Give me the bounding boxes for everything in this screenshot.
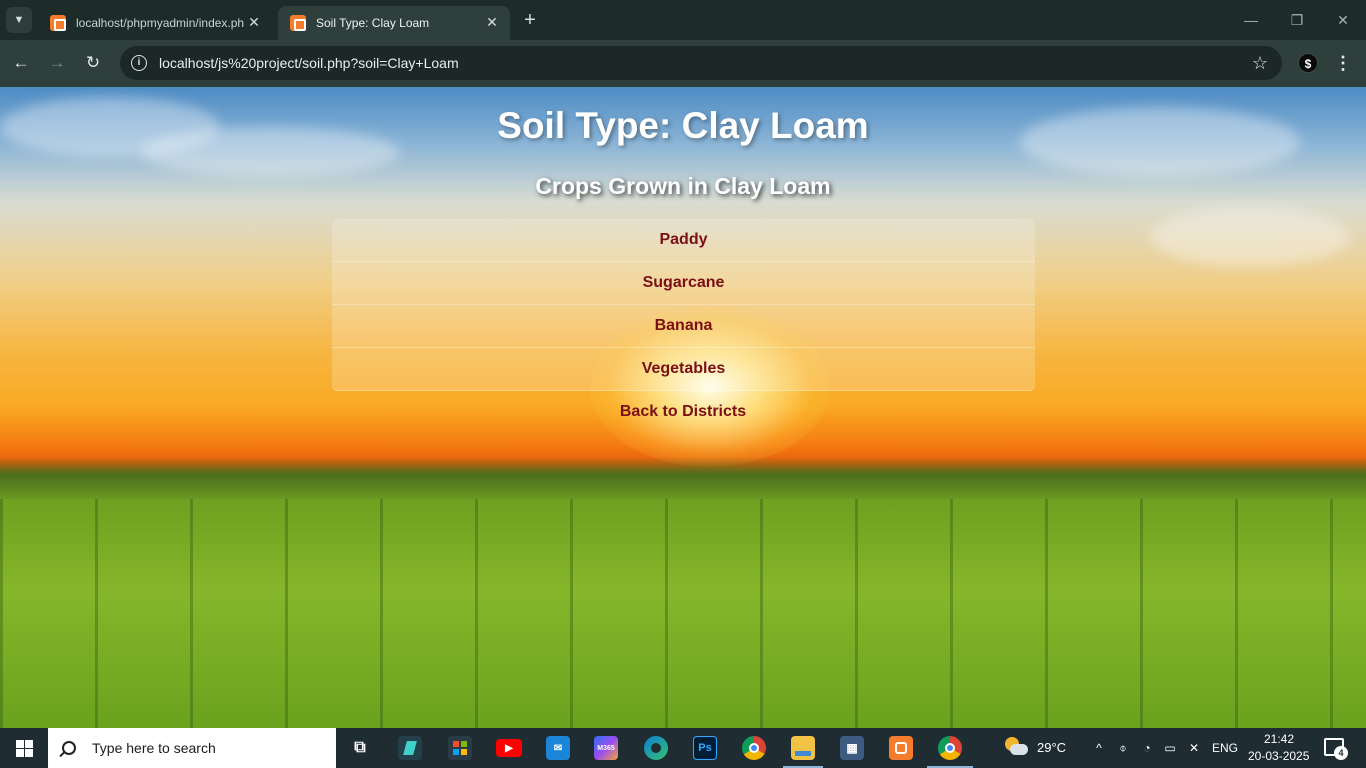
close-icon[interactable]: ✕ (246, 14, 262, 30)
back-to-districts-link[interactable]: Back to Districts (0, 403, 1366, 421)
volume-muted-icon[interactable]: ✕ (1186, 740, 1202, 756)
xampp-favicon-icon (50, 15, 66, 31)
browser-toolbar: ← → ↻ i localhost/js%20project/soil.php?… (0, 40, 1366, 87)
page-title: Soil Type: Clay Loam (497, 105, 869, 146)
browser-titlebar: ▼ localhost/phpmyadmin/index.php ✕ Soil … (0, 0, 1366, 40)
clock-date[interactable]: 20-03-2025 (1248, 749, 1309, 763)
photoshop-icon[interactable]: Ps (693, 736, 717, 760)
app-icon[interactable]: ▦ (840, 736, 864, 760)
list-item: Sugarcane (332, 262, 1035, 305)
youtube-icon[interactable]: ▶ (496, 739, 522, 757)
reload-icon: ↻ (85, 53, 101, 72)
tab-search-button[interactable]: ▼ (6, 7, 32, 33)
minimize-button[interactable]: — (1236, 8, 1266, 32)
xampp-favicon-icon (290, 15, 306, 31)
chevron-down-icon: ▼ (13, 14, 25, 26)
arrow-left-icon: ← (12, 53, 30, 72)
forward-button[interactable]: → (44, 50, 70, 76)
background-cloud (1150, 207, 1350, 267)
new-tab-button[interactable]: + (518, 8, 542, 32)
weather-icon[interactable] (1005, 737, 1028, 757)
battery-icon[interactable]: ▭ (1162, 740, 1178, 756)
chrome-profile-icon[interactable] (938, 736, 962, 760)
page-content: Soil Type: Clay Loam Crops Grown in Clay… (0, 87, 1366, 728)
list-item: Vegetables (332, 348, 1035, 391)
meet-now-icon[interactable]: ⌽ (1115, 740, 1131, 756)
taskbar-search-box[interactable]: Type here to search (48, 728, 336, 768)
address-bar[interactable]: i localhost/js%20project/soil.php?soil=C… (120, 46, 1282, 80)
list-item: Banana (332, 305, 1035, 348)
edge-icon[interactable] (644, 736, 668, 760)
close-icon[interactable]: ✕ (484, 14, 500, 30)
weather-temperature[interactable]: 29°C (1037, 740, 1066, 755)
m365-icon[interactable]: M365 (594, 736, 618, 760)
horizon (0, 457, 1366, 501)
start-button[interactable] (0, 728, 48, 768)
windows-taskbar: Type here to search ⧉ ▶ ✉ M365 Ps ▦ 29°C… (0, 728, 1366, 768)
site-info-icon[interactable]: i (131, 55, 147, 71)
task-view-icon[interactable]: ⧉ (348, 736, 372, 760)
arrow-right-icon: → (48, 53, 66, 72)
search-icon (62, 741, 76, 755)
tab-phpmyadmin[interactable]: localhost/phpmyadmin/index.php ✕ (38, 6, 272, 40)
clock-time[interactable]: 21:42 (1264, 732, 1294, 746)
back-button[interactable]: ← (8, 50, 34, 76)
mail-icon[interactable]: ✉ (546, 736, 570, 760)
show-hidden-icons-icon[interactable]: ^ (1091, 740, 1107, 756)
close-window-button[interactable]: ✕ (1328, 8, 1358, 32)
reload-button[interactable]: ↻ (80, 50, 106, 76)
file-explorer-icon[interactable] (791, 736, 815, 760)
store-icon[interactable] (448, 736, 472, 760)
bookmark-star-icon[interactable]: ☆ (1252, 53, 1268, 74)
address-bar-url: localhost/js%20project/soil.php?soil=Cla… (159, 55, 459, 71)
list-item: Paddy (332, 219, 1035, 262)
language-indicator[interactable]: ENG (1212, 741, 1238, 755)
restore-button[interactable]: ❐ (1282, 8, 1312, 32)
extension-icon[interactable]: $ (1298, 53, 1318, 73)
notification-count-badge: 4 (1334, 746, 1348, 760)
app-icon[interactable] (398, 736, 422, 760)
wifi-icon[interactable]: ◔ (1139, 740, 1155, 756)
crop-field-background (0, 499, 1366, 728)
xampp-icon[interactable] (889, 736, 913, 760)
browser-menu-icon[interactable]: ⋮ (1334, 52, 1352, 74)
search-placeholder: Type here to search (92, 740, 216, 756)
tab-title: localhost/phpmyadmin/index.php (76, 16, 244, 30)
windows-logo-icon (15, 739, 33, 757)
tab-soil-type[interactable]: Soil Type: Clay Loam ✕ (278, 6, 510, 40)
chrome-icon[interactable] (742, 736, 766, 760)
crops-heading: Crops Grown in Clay Loam (535, 173, 831, 199)
tab-title: Soil Type: Clay Loam (316, 16, 430, 30)
crop-list: Paddy Sugarcane Banana Vegetables (332, 219, 1035, 391)
